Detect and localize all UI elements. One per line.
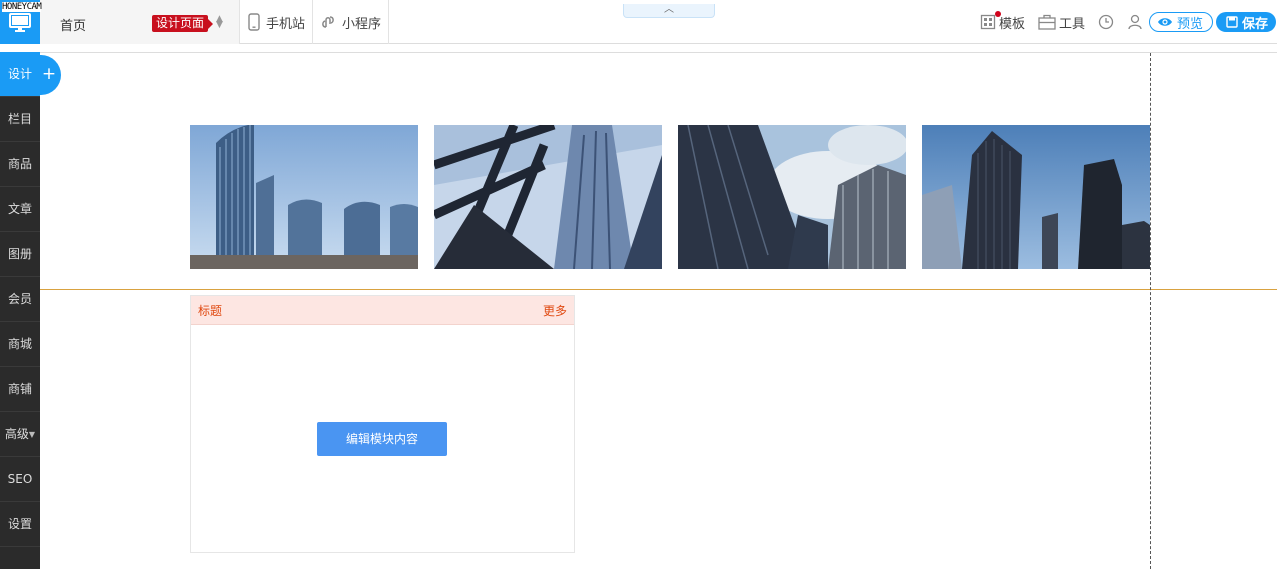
tools-label: 工具 bbox=[1058, 16, 1085, 32]
mobile-site-button[interactable]: 手机站 bbox=[241, 0, 314, 44]
mini-program-icon bbox=[322, 16, 334, 28]
sidebar-item-label: 设置 bbox=[7, 517, 32, 531]
gallery-image-2[interactable] bbox=[434, 125, 662, 269]
preview-label: 预览 bbox=[1176, 16, 1203, 32]
design-page-badge: 设计页面 bbox=[152, 15, 214, 32]
plus-icon: + bbox=[41, 64, 57, 84]
account-button[interactable] bbox=[1127, 14, 1143, 30]
sidebar-item-advanced[interactable]: 高级▼ bbox=[0, 412, 40, 457]
mini-program-label: 小程序 bbox=[342, 16, 382, 32]
save-label: 保存 bbox=[1241, 16, 1268, 32]
sidebar-item-label: 图册 bbox=[7, 247, 32, 261]
right-toolbar: 模板 工具 预览 保存 bbox=[980, 0, 1277, 44]
sidebar-item-label: 商城 bbox=[7, 337, 32, 351]
module-header: 标题 更多 bbox=[191, 296, 574, 325]
left-sidebar: 设计 栏目 商品 文章 图册 会员 商城 商铺 高级▼ SEO 设置 bbox=[0, 52, 40, 569]
preview-button[interactable]: 预览 bbox=[1148, 12, 1213, 32]
sidebar-item-members[interactable]: 会员 bbox=[0, 277, 40, 322]
collapse-toolbar-tab[interactable]: ︿ bbox=[623, 4, 715, 18]
content-module[interactable]: 标题 更多 编辑模块内容 bbox=[190, 295, 575, 553]
template-icon bbox=[980, 14, 996, 30]
module-boundary-line bbox=[40, 289, 1277, 290]
sort-arrows-icon[interactable]: ▲ ▼ bbox=[216, 15, 224, 30]
gallery-image-4[interactable] bbox=[922, 125, 1150, 269]
sidebar-item-label: 设计 bbox=[7, 67, 32, 81]
eye-icon bbox=[1157, 18, 1172, 26]
module-more-link[interactable]: 更多 bbox=[543, 302, 567, 319]
notification-dot bbox=[994, 10, 1001, 17]
clock-icon bbox=[1098, 14, 1114, 30]
tools-button[interactable]: 工具 bbox=[1038, 13, 1085, 32]
sidebar-item-label: 会员 bbox=[7, 292, 32, 306]
sidebar-item-products[interactable]: 商品 bbox=[0, 142, 40, 187]
sidebar-item-label: SEO bbox=[7, 472, 33, 486]
toolbar-divider bbox=[40, 52, 1277, 53]
template-label: 模板 bbox=[998, 16, 1025, 32]
mobile-site-label: 手机站 bbox=[266, 16, 306, 32]
module-title: 标题 bbox=[198, 303, 223, 318]
add-module-button[interactable]: + bbox=[37, 55, 61, 95]
page-selector[interactable]: 首页 设计页面 ▲ ▼ bbox=[40, 0, 240, 44]
sidebar-item-seo[interactable]: SEO bbox=[0, 457, 40, 502]
sidebar-item-label: 文章 bbox=[7, 202, 32, 216]
gallery-image-1[interactable] bbox=[190, 125, 418, 269]
caret-down-icon: ▼ bbox=[28, 430, 36, 439]
sidebar-item-label: 栏目 bbox=[7, 112, 32, 126]
edit-module-content-button[interactable]: 编辑模块内容 bbox=[317, 422, 447, 456]
sidebar-item-settings[interactable]: 设置 bbox=[0, 502, 40, 547]
template-button[interactable]: 模板 bbox=[980, 10, 1025, 32]
save-button[interactable]: 保存 bbox=[1215, 12, 1276, 32]
sidebar-item-label: 商铺 bbox=[7, 382, 32, 396]
sidebar-item-columns[interactable]: 栏目 bbox=[0, 97, 40, 142]
toolbox-icon bbox=[1038, 14, 1056, 30]
top-toolbar: 首页 设计页面 ▲ ▼ 手机站 小程序 ︿ 模板 工具 预览 保存 bbox=[0, 0, 1277, 44]
sidebar-item-articles[interactable]: 文章 bbox=[0, 187, 40, 232]
sidebar-item-design[interactable]: 设计 bbox=[0, 52, 40, 97]
history-button[interactable] bbox=[1098, 14, 1114, 30]
mini-program-button[interactable]: 小程序 bbox=[313, 0, 390, 44]
chevron-up-icon: ︿ bbox=[664, 4, 674, 15]
sidebar-item-albums[interactable]: 图册 bbox=[0, 232, 40, 277]
sidebar-item-shops[interactable]: 商铺 bbox=[0, 367, 40, 412]
sidebar-item-label: 商品 bbox=[7, 157, 32, 171]
sidebar-item-mall[interactable]: 商城 bbox=[0, 322, 40, 367]
gallery-image-3[interactable] bbox=[678, 125, 906, 269]
user-icon bbox=[1128, 14, 1142, 30]
monitor-icon bbox=[9, 13, 31, 32]
canvas-guide-line bbox=[1150, 53, 1151, 569]
current-page-name: 首页 bbox=[60, 19, 87, 34]
save-icon bbox=[1226, 16, 1238, 28]
phone-icon bbox=[248, 13, 260, 31]
watermark: HONEYCAM bbox=[2, 2, 42, 12]
sidebar-item-label: 高级 bbox=[4, 427, 29, 441]
